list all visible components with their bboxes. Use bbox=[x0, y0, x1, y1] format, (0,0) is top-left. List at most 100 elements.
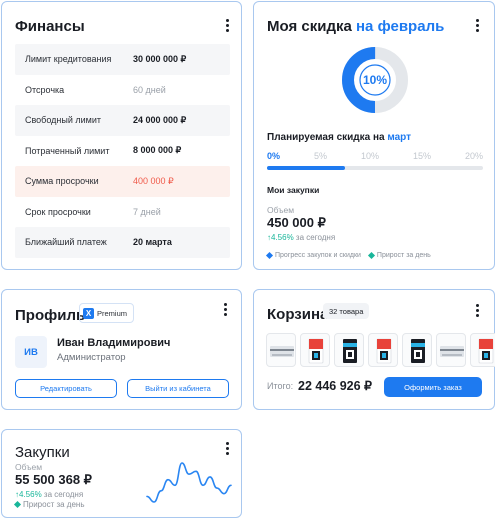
total-value: 22 446 926 ₽ bbox=[298, 379, 372, 393]
logout-button[interactable]: Выйти из кабинета bbox=[127, 379, 229, 398]
finance-row-label: Лимит кредитования bbox=[25, 54, 112, 65]
discount-card: Моя скидка на февраль 10% Планируемая ск… bbox=[253, 1, 495, 270]
premium-icon: X bbox=[83, 307, 94, 319]
finance-row: Ближайший платеж 20 марта bbox=[15, 227, 230, 258]
plan-progress-fill bbox=[267, 166, 345, 170]
ink-black-icon bbox=[411, 339, 425, 363]
profile-more-icon[interactable] bbox=[224, 303, 228, 316]
cart-product-thumb[interactable] bbox=[402, 333, 432, 367]
my-purchases-title: Мои закупки bbox=[267, 185, 320, 195]
cart-product-thumb[interactable] bbox=[266, 333, 296, 367]
finance-row: Отсрочка 60 дней bbox=[15, 75, 230, 106]
legend-label: Прогресс закупок и скидки bbox=[275, 252, 361, 259]
finance-card: Финансы Лимит кредитования 30 000 000 ₽ О… bbox=[1, 1, 242, 270]
legend-label: Прирост за день bbox=[23, 500, 85, 509]
checkout-button[interactable]: Оформить заказ bbox=[384, 377, 482, 397]
purchases-delta: ↑4.56% за сегодня bbox=[15, 490, 83, 499]
finance-row-value: 60 дней bbox=[133, 84, 166, 95]
finance-row-overdue: Сумма просрочки 400 000 ₽ bbox=[15, 166, 230, 197]
purchases-card: Закупки Объем 55 500 368 ₽ ↑4.56% за сег… bbox=[1, 429, 242, 518]
purchases-legend: Прирост за день bbox=[13, 500, 85, 509]
finance-row-value: 24 000 000 ₽ bbox=[133, 114, 187, 125]
finance-table: Лимит кредитования 30 000 000 ₽ Отсрочка 6… bbox=[15, 44, 230, 258]
finance-row-value: 30 000 000 ₽ bbox=[133, 53, 187, 64]
total-label: Итого: bbox=[267, 381, 294, 391]
discount-more-icon[interactable] bbox=[476, 19, 480, 32]
profile-card: Профиль X Premium ИВ Иван Владимирович Ад… bbox=[1, 289, 242, 410]
plan-progress-track bbox=[267, 166, 483, 170]
cart-products bbox=[266, 333, 495, 369]
premium-badge: X Premium bbox=[79, 303, 135, 323]
sparkline-line bbox=[146, 462, 232, 503]
finance-row: Срок просрочки 7 дней bbox=[15, 196, 230, 227]
volume-value: 450 000 ₽ bbox=[267, 215, 326, 230]
discount-title-text: Моя скидка bbox=[267, 18, 352, 35]
purchases-sparkline bbox=[146, 462, 232, 503]
finance-row-label: Ближайший платеж bbox=[25, 237, 107, 248]
plan-title: Планируемая скидка на март bbox=[267, 132, 411, 143]
finance-row-label: Потраченный лимит bbox=[25, 145, 110, 156]
finance-row-label: Срок просрочки bbox=[25, 206, 91, 217]
plan-tick: 5% bbox=[313, 151, 327, 161]
premium-label: Premium bbox=[97, 308, 128, 318]
cart-product-thumb[interactable] bbox=[436, 333, 466, 367]
ink-red-icon bbox=[376, 338, 392, 364]
finance-row: Потраченный лимит 8 000 000 ₽ bbox=[15, 136, 230, 167]
finance-row-label: Отсрочка bbox=[25, 84, 65, 95]
discount-legend: Прогресс закупок и скидки Прирост за ден… bbox=[265, 251, 431, 259]
diamond-icon bbox=[367, 251, 375, 259]
discount-title-accent: на февраль bbox=[356, 18, 445, 35]
cart-product-thumb[interactable] bbox=[334, 333, 364, 367]
profile-name: Иван Владимирович bbox=[57, 337, 171, 349]
plan-tick: 0% bbox=[267, 151, 281, 161]
finance-row-label: Сумма просрочки bbox=[25, 176, 99, 187]
plan-tick: 15% bbox=[412, 151, 431, 161]
finance-row-label: Свободный лимит bbox=[25, 115, 101, 126]
plan-ticks: 0% 5% 10% 15% 20% bbox=[267, 151, 483, 161]
avatar: ИВ bbox=[15, 336, 47, 368]
purchases-volume-label: Объем bbox=[15, 462, 43, 472]
delta-value: ↑4.56% bbox=[15, 490, 42, 499]
printer-icon bbox=[270, 346, 294, 357]
finance-more-icon[interactable] bbox=[226, 19, 230, 32]
cart-product-thumb[interactable] bbox=[300, 333, 330, 367]
plan-accent: март bbox=[387, 132, 412, 143]
cart-product-thumb[interactable] bbox=[470, 333, 495, 367]
legend-item: Прогресс закупок и скидки bbox=[265, 251, 361, 259]
ink-red-icon bbox=[478, 338, 494, 364]
finance-row: Свободный лимит 24 000 000 ₽ bbox=[15, 105, 230, 136]
edit-profile-button[interactable]: Редактировать bbox=[15, 379, 117, 398]
finance-row-value: 400 000 ₽ bbox=[133, 175, 174, 186]
discount-percent: 10% bbox=[362, 73, 388, 87]
plan-tick: 20% bbox=[464, 151, 483, 161]
cart-title: Корзина bbox=[267, 306, 329, 323]
diamond-icon bbox=[13, 501, 22, 509]
ink-black-icon bbox=[343, 339, 357, 363]
legend-item: Прирост за день bbox=[367, 251, 431, 259]
purchases-volume-value: 55 500 368 ₽ bbox=[15, 472, 92, 487]
legend-label: Прирост за день bbox=[376, 252, 431, 259]
finance-title: Финансы bbox=[15, 18, 85, 35]
volume-delta: ↑4.56% за сегодня bbox=[267, 233, 335, 242]
delta-suffix: за сегодня bbox=[295, 233, 336, 242]
profile-title: Профиль bbox=[15, 307, 86, 324]
diamond-icon bbox=[265, 251, 274, 259]
cart-product-thumb[interactable] bbox=[368, 333, 398, 367]
purchases-title: Закупки bbox=[15, 444, 70, 461]
finance-row: Лимит кредитования 30 000 000 ₽ bbox=[15, 44, 230, 75]
discount-title: Моя скидка на февраль bbox=[267, 18, 444, 35]
delta-value: ↑4.56% bbox=[267, 233, 294, 242]
cart-count-badge: 32 товара bbox=[323, 303, 370, 319]
finance-row-value: 7 дней bbox=[133, 206, 161, 217]
ink-red-icon bbox=[308, 338, 324, 364]
printer-icon bbox=[440, 346, 464, 357]
cart-card: Корзина 32 товара Итого: 22 446 926 ₽ Оф… bbox=[253, 289, 495, 410]
cart-more-icon[interactable] bbox=[476, 304, 480, 317]
profile-role: Администратор bbox=[57, 352, 126, 363]
delta-suffix: за сегодня bbox=[43, 490, 84, 499]
finance-row-value: 20 марта bbox=[133, 237, 172, 248]
plan-label: Планируемая скидка на bbox=[267, 132, 385, 143]
finance-row-value: 8 000 000 ₽ bbox=[133, 145, 182, 156]
volume-label: Объем bbox=[267, 205, 295, 215]
plan-tick: 10% bbox=[360, 151, 379, 161]
